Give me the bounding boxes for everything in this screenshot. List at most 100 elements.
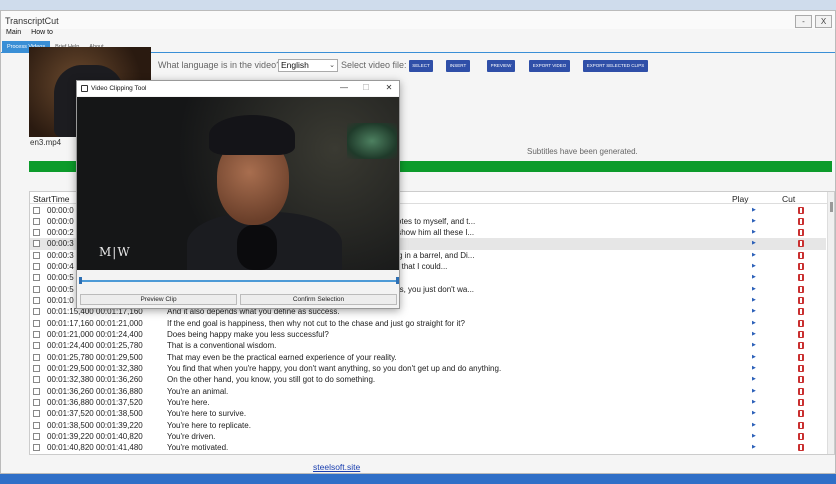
table-row[interactable]: 00:01:29,500 00:01:32,380 You find that wh… [30, 363, 826, 374]
slider-start-handle[interactable] [79, 277, 82, 284]
table-row[interactable]: 00:01:39,220 00:01:40,820 You're driven. ▶ [30, 431, 826, 442]
row-checkbox[interactable] [33, 285, 40, 293]
row-checkbox[interactable] [33, 331, 40, 339]
play-icon[interactable]: ▶ [752, 374, 756, 385]
menu-item-how-to[interactable]: How to [31, 29, 53, 36]
table-row[interactable]: 00:01:40,820 00:01:41,480 You're motivated… [30, 442, 826, 453]
row-checkbox[interactable] [33, 217, 40, 225]
language-select[interactable]: English ⌄ [278, 59, 338, 72]
cut-icon[interactable] [798, 285, 804, 293]
close-button[interactable]: X [815, 15, 832, 28]
play-icon[interactable]: ▶ [752, 205, 756, 216]
cut-icon[interactable] [798, 240, 804, 248]
cut-icon[interactable] [798, 410, 804, 418]
play-icon[interactable]: ▶ [752, 340, 756, 351]
video-preview[interactable]: M|W [77, 97, 399, 270]
select-button[interactable]: SELECT [409, 60, 433, 72]
play-icon[interactable]: ▶ [752, 306, 756, 317]
cut-icon[interactable] [798, 432, 804, 440]
play-icon[interactable]: ▶ [752, 227, 756, 238]
cut-icon[interactable] [798, 444, 804, 452]
row-checkbox[interactable] [33, 353, 40, 361]
row-checkbox[interactable] [33, 251, 40, 259]
row-checkbox[interactable] [33, 206, 40, 214]
cut-icon[interactable] [798, 364, 804, 372]
vertical-scrollbar[interactable] [827, 192, 834, 454]
play-icon[interactable]: ▶ [752, 363, 756, 374]
clip-range-slider[interactable] [79, 277, 399, 284]
table-row[interactable]: 00:01:21,000 00:01:24,400 Does being happy… [30, 329, 826, 340]
slider-end-handle[interactable] [396, 277, 399, 284]
table-row[interactable]: 00:01:36,260 00:01:36,880 You're an animal… [30, 386, 826, 397]
table-row[interactable]: 00:01:37,520 00:01:38,500 You're here to s… [30, 408, 826, 419]
cut-icon[interactable] [798, 217, 804, 225]
row-checkbox[interactable] [33, 387, 40, 395]
cut-icon[interactable] [798, 342, 804, 350]
cut-icon[interactable] [798, 274, 804, 282]
play-icon[interactable]: ▶ [752, 352, 756, 363]
row-checkbox[interactable] [33, 229, 40, 237]
play-icon[interactable]: ▶ [752, 272, 756, 283]
row-checkbox[interactable] [33, 364, 40, 372]
row-checkbox[interactable] [33, 342, 40, 350]
row-checkbox[interactable] [33, 240, 40, 248]
cut-icon[interactable] [798, 331, 804, 339]
dialog-maximize-button[interactable]: ☐ [359, 83, 373, 92]
website-link[interactable]: steelsoft.site [313, 462, 360, 472]
play-icon[interactable]: ▶ [752, 397, 756, 408]
play-icon[interactable]: ▶ [752, 408, 756, 419]
row-checkbox[interactable] [33, 444, 40, 452]
play-icon[interactable]: ▶ [752, 261, 756, 272]
play-icon[interactable]: ▶ [752, 250, 756, 261]
export-video-button[interactable]: EXPORT VIDEO [529, 60, 570, 72]
cut-icon[interactable] [798, 353, 804, 361]
table-row[interactable]: 00:01:24,400 00:01:25,780 That is a conven… [30, 340, 826, 351]
menu-item-main[interactable]: Main [6, 29, 21, 36]
row-checkbox[interactable] [33, 297, 40, 305]
row-checkbox[interactable] [33, 432, 40, 440]
play-icon[interactable]: ▶ [752, 284, 756, 295]
table-row[interactable]: 00:01:32,380 00:01:36,260 On the other han… [30, 374, 826, 385]
table-row[interactable]: 00:01:17,160 00:01:21,000 If the end goal … [30, 318, 826, 329]
play-icon[interactable]: ▶ [752, 386, 756, 397]
play-icon[interactable]: ▶ [752, 318, 756, 329]
cut-icon[interactable] [798, 376, 804, 384]
cut-icon[interactable] [798, 297, 804, 305]
cut-icon[interactable] [798, 263, 804, 271]
cut-icon[interactable] [798, 387, 804, 395]
row-checkbox[interactable] [33, 398, 40, 406]
preview-clip-button[interactable]: Preview Clip [80, 294, 237, 305]
table-row[interactable]: 00:01:25,780 00:01:29,500 That may even be… [30, 352, 826, 363]
preview-button[interactable]: PREVIEW [487, 60, 515, 72]
row-checkbox[interactable] [33, 274, 40, 282]
confirm-selection-button[interactable]: Confirm Selection [240, 294, 397, 305]
video-lamp [347, 123, 397, 159]
cut-icon[interactable] [798, 398, 804, 406]
cut-icon[interactable] [798, 319, 804, 327]
dialog-close-button[interactable]: ✕ [382, 83, 396, 92]
table-row[interactable]: 00:01:36,880 00:01:37,520 You're here. ▶ [30, 397, 826, 408]
insert-button[interactable]: INSERT [446, 60, 470, 72]
export-selected-clips-button[interactable]: EXPORT SELECTED CLIPS [583, 60, 648, 72]
row-checkbox[interactable] [33, 308, 40, 316]
table-row[interactable]: 00:01:38,500 00:01:39,220 You're here to r… [30, 420, 826, 431]
play-icon[interactable]: ▶ [752, 329, 756, 340]
cut-icon[interactable] [798, 308, 804, 316]
row-checkbox[interactable] [33, 263, 40, 271]
play-icon[interactable]: ▶ [752, 238, 756, 249]
row-checkbox[interactable] [33, 319, 40, 327]
cut-icon[interactable] [798, 421, 804, 429]
row-checkbox[interactable] [33, 376, 40, 384]
play-icon[interactable]: ▶ [752, 216, 756, 227]
play-icon[interactable]: ▶ [752, 431, 756, 442]
dialog-minimize-button[interactable]: — [337, 83, 351, 92]
cut-icon[interactable] [798, 229, 804, 237]
play-icon[interactable]: ▶ [752, 295, 756, 306]
cut-icon[interactable] [798, 251, 804, 259]
row-checkbox[interactable] [33, 410, 40, 418]
minimize-button[interactable]: - [795, 15, 812, 28]
cut-icon[interactable] [798, 206, 804, 214]
play-icon[interactable]: ▶ [752, 420, 756, 431]
row-checkbox[interactable] [33, 421, 40, 429]
play-icon[interactable]: ▶ [752, 442, 756, 453]
